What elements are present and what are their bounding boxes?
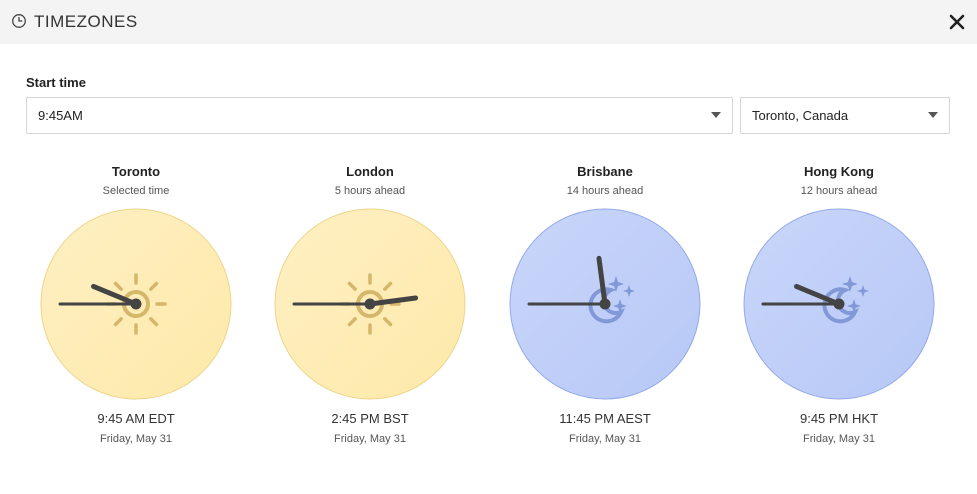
clock-icon bbox=[12, 14, 26, 28]
clock-card: Hong Kong 12 hours ahead 9:45 PM HKT Friday… bbox=[739, 160, 939, 445]
clock-pivot bbox=[364, 298, 376, 310]
clock-face bbox=[743, 208, 935, 400]
clock-card: Brisbane 14 hours ahead 11:45 PM AEST Frida… bbox=[505, 160, 705, 445]
time-offset: Selected time bbox=[102, 185, 170, 197]
timezone-select[interactable]: Toronto, Canada bbox=[740, 97, 950, 134]
panel-title: TIMEZONES bbox=[34, 12, 138, 31]
timezone-value: Toronto, Canada bbox=[752, 108, 849, 123]
start-time-value: 9:45AM bbox=[38, 108, 83, 123]
city-name: Toronto bbox=[111, 164, 161, 179]
city-name: Hong Kong bbox=[803, 164, 875, 179]
city-name: London bbox=[346, 164, 394, 179]
local-date: Friday, May 31 bbox=[334, 433, 406, 445]
clock-face bbox=[274, 208, 466, 400]
local-date: Friday, May 31 bbox=[569, 433, 641, 445]
clock-card: Toronto Selected time 9:45 AM EDT Friday, M… bbox=[36, 160, 236, 445]
city-name: Brisbane bbox=[577, 164, 633, 179]
local-date: Friday, May 31 bbox=[100, 433, 172, 445]
local-time: 2:45 PM BST bbox=[331, 411, 409, 426]
close-icon[interactable] bbox=[947, 12, 967, 32]
clock-pivot bbox=[833, 298, 845, 310]
local-time: 9:45 AM EDT bbox=[97, 411, 175, 426]
local-date: Friday, May 31 bbox=[803, 433, 875, 445]
timezones-header: TIMEZONES bbox=[0, 0, 977, 44]
time-offset: 12 hours ahead bbox=[800, 185, 878, 197]
time-offset: 5 hours ahead bbox=[334, 185, 406, 197]
clock-face bbox=[509, 208, 701, 400]
local-time: 9:45 PM HKT bbox=[799, 411, 879, 426]
chevron-down-icon bbox=[928, 112, 938, 118]
start-time-select[interactable]: 9:45AM bbox=[26, 97, 733, 134]
local-time: 11:45 PM AEST bbox=[559, 411, 651, 426]
clock-face bbox=[40, 208, 232, 400]
start-time-label: Start time bbox=[26, 75, 86, 90]
chevron-down-icon bbox=[711, 112, 721, 118]
clock-pivot bbox=[130, 298, 142, 310]
clock-card: London 5 hours ahead 2:45 PM BST Friday, Ma… bbox=[270, 160, 470, 445]
time-offset: 14 hours ahead bbox=[566, 185, 644, 197]
clock-pivot bbox=[599, 298, 611, 310]
